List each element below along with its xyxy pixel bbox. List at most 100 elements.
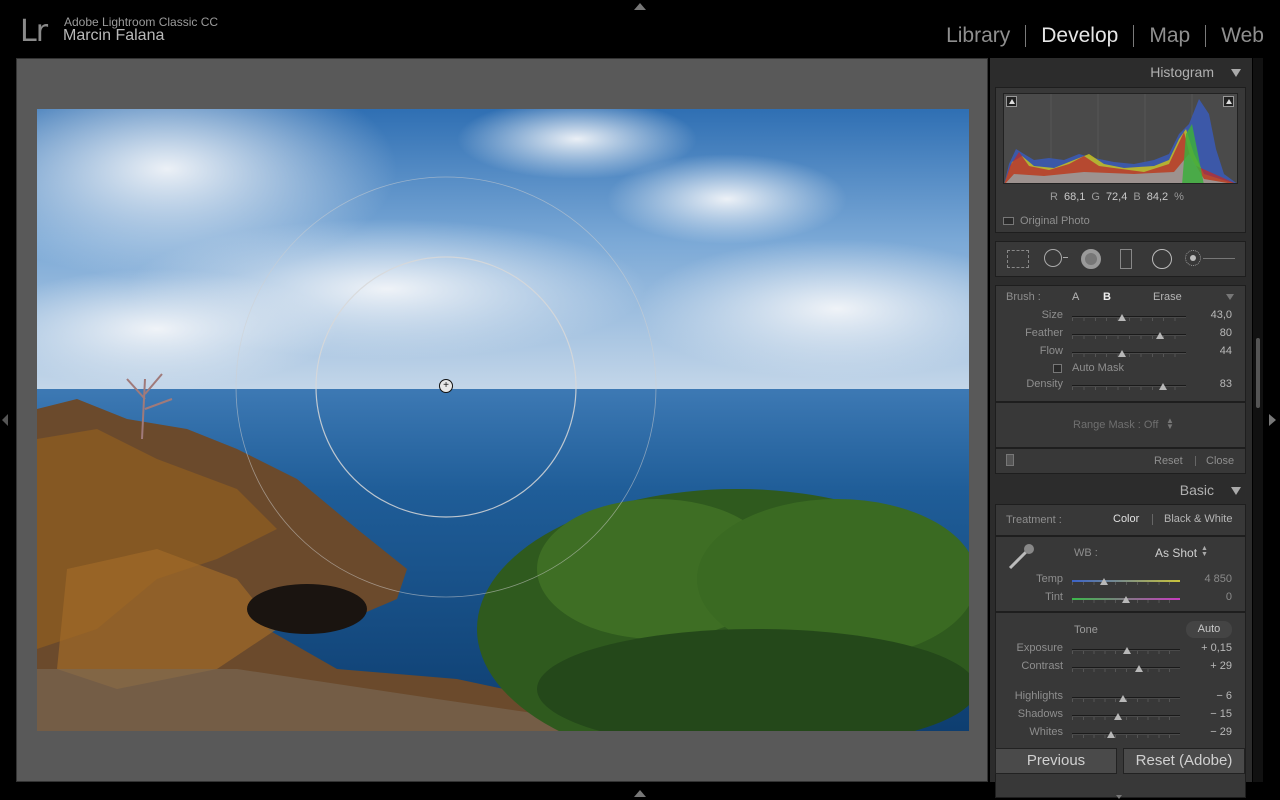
blue-value: 84,2 [1146, 191, 1169, 203]
tint-value[interactable]: 0 [1186, 591, 1232, 603]
histogram-graph[interactable] [1003, 93, 1238, 184]
density-label: Density [1026, 378, 1063, 390]
temp-value[interactable]: 4 850 [1186, 573, 1232, 585]
right-panel-toggle-icon[interactable] [1269, 414, 1276, 426]
module-separator [1133, 25, 1135, 47]
red-label: R [1050, 191, 1058, 203]
contrast-slider-thumb[interactable] [1134, 665, 1143, 672]
exposure-value[interactable]: + 0,15 [1186, 642, 1232, 654]
brush-mode-b[interactable]: B [1103, 291, 1111, 303]
contrast-value[interactable]: + 29 [1186, 660, 1232, 672]
lightroom-logo: Lr [20, 14, 48, 49]
mask-toggle-icon[interactable] [1006, 454, 1014, 466]
brush-size-value[interactable]: 43,0 [1186, 309, 1232, 321]
brush-feather-slider-row: Feather 80 [990, 327, 1252, 343]
shadows-label: Shadows [1017, 708, 1063, 720]
previous-button[interactable]: Previous [995, 748, 1117, 774]
reset-adobe-button[interactable]: Reset (Adobe) [1123, 748, 1245, 774]
brush-collapse-icon[interactable] [1226, 294, 1234, 300]
user-name: Marcin Falana [63, 27, 165, 44]
treatment-label: Treatment : [1006, 514, 1062, 526]
treatment-color-button[interactable]: Color [1113, 513, 1139, 525]
right-panel-scrollbar[interactable] [1253, 58, 1263, 782]
auto-mask-label: Auto Mask [1072, 362, 1124, 374]
whites-value[interactable]: − 29 [1186, 726, 1232, 738]
whites-slider-row: Whites − 29 [990, 726, 1252, 742]
crop-overlay-icon[interactable] [1007, 250, 1029, 268]
tint-slider-row: Tint 0 [990, 591, 1252, 607]
tint-label: Tint [1045, 591, 1063, 603]
brush-flow-value[interactable]: 44 [1186, 345, 1232, 357]
module-separator [1025, 25, 1027, 47]
histogram-collapse-icon[interactable] [1231, 69, 1241, 77]
temp-slider-thumb[interactable] [1100, 578, 1109, 585]
tone-auto-button[interactable]: Auto [1186, 621, 1232, 638]
shadow-clipping-icon[interactable] [1006, 96, 1017, 107]
treatment-separator [1152, 514, 1153, 525]
treatment-bw-button[interactable]: Black & White [1164, 513, 1232, 525]
spot-removal-icon[interactable] [1044, 249, 1062, 267]
brush-feather-label: Feather [1025, 327, 1063, 339]
exposure-slider-thumb[interactable] [1123, 647, 1132, 654]
range-mask-dropdown[interactable]: Range Mask : Off [1073, 419, 1158, 431]
contrast-label: Contrast [1021, 660, 1063, 672]
blue-label: B [1133, 191, 1141, 203]
auto-mask-checkbox[interactable] [1053, 364, 1062, 373]
mask-reset-button[interactable]: Reset [1154, 455, 1183, 467]
red-eye-icon[interactable] [1081, 249, 1101, 269]
wb-eyedropper-icon[interactable] [1004, 540, 1038, 574]
mask-close-button[interactable]: Close [1206, 455, 1234, 467]
range-mask-chevron-icon: ▲ ▼ [1166, 416, 1174, 431]
highlights-slider-thumb[interactable] [1118, 695, 1127, 702]
brush-feather-value[interactable]: 80 [1186, 327, 1232, 339]
brush-size-slider-thumb[interactable] [1118, 314, 1127, 321]
green-label: G [1091, 191, 1100, 203]
tint-slider-thumb[interactable] [1122, 596, 1130, 603]
left-panel-toggle-icon[interactable] [2, 414, 8, 426]
adjustment-brush-slider[interactable] [1203, 258, 1235, 259]
highlights-value[interactable]: − 6 [1186, 690, 1232, 702]
radial-filter-pin-icon[interactable]: + [439, 379, 453, 393]
exposure-slider-row: Exposure + 0,15 [990, 642, 1252, 658]
spot-removal-arrow-icon [1063, 257, 1068, 258]
brush-mode-erase[interactable]: Erase [1153, 291, 1182, 303]
brush-size-label: Size [1041, 309, 1063, 321]
brush-label: Brush : [1006, 291, 1041, 303]
shadows-value[interactable]: − 15 [1186, 708, 1232, 720]
density-slider-thumb[interactable] [1159, 383, 1168, 390]
density-value[interactable]: 83 [1186, 378, 1232, 390]
brush-feather-slider-thumb[interactable] [1155, 332, 1164, 339]
brush-mode-a[interactable]: A [1072, 291, 1079, 303]
temp-label: Temp [1036, 573, 1063, 585]
whites-slider-thumb[interactable] [1106, 731, 1115, 738]
top-panel-toggle-icon[interactable] [634, 3, 646, 10]
graduated-filter-icon[interactable] [1120, 249, 1132, 269]
exposure-label: Exposure [1016, 642, 1063, 654]
whites-slider-ticks [1072, 735, 1180, 738]
scrollbar-thumb[interactable] [1256, 338, 1260, 408]
photo-preview[interactable]: + [37, 109, 969, 731]
bottom-panel-toggle-icon[interactable] [634, 790, 646, 797]
red-value: 68,1 [1063, 191, 1086, 203]
original-photo-label: Original Photo [1020, 215, 1090, 227]
highlight-clipping-icon[interactable] [1223, 96, 1234, 107]
contrast-slider-ticks [1072, 669, 1180, 672]
density-slider-row: Density 83 [990, 378, 1252, 394]
whites-label: Whites [1029, 726, 1063, 738]
module-web[interactable]: Web [1219, 24, 1266, 48]
basic-collapse-icon[interactable] [1231, 487, 1241, 495]
module-develop[interactable]: Develop [1039, 24, 1120, 48]
original-photo-checkbox[interactable] [1003, 217, 1014, 225]
brush-flow-slider-thumb[interactable] [1118, 350, 1127, 357]
density-slider-ticks [1072, 387, 1186, 390]
radial-filter-icon[interactable] [1152, 249, 1172, 269]
brush-size-slider-row: Size 43,0 [990, 309, 1252, 325]
module-library[interactable]: Library [944, 24, 1012, 48]
wb-dropdown[interactable]: As Shot [1155, 546, 1197, 560]
adjustment-brush-icon[interactable] [1185, 250, 1201, 266]
basic-panel-title[interactable]: Basic [1180, 482, 1214, 498]
shadows-slider-thumb[interactable] [1114, 713, 1123, 720]
histogram-title[interactable]: Histogram [1150, 64, 1214, 80]
brush-flow-slider-ticks [1072, 354, 1186, 357]
module-map[interactable]: Map [1147, 24, 1192, 48]
